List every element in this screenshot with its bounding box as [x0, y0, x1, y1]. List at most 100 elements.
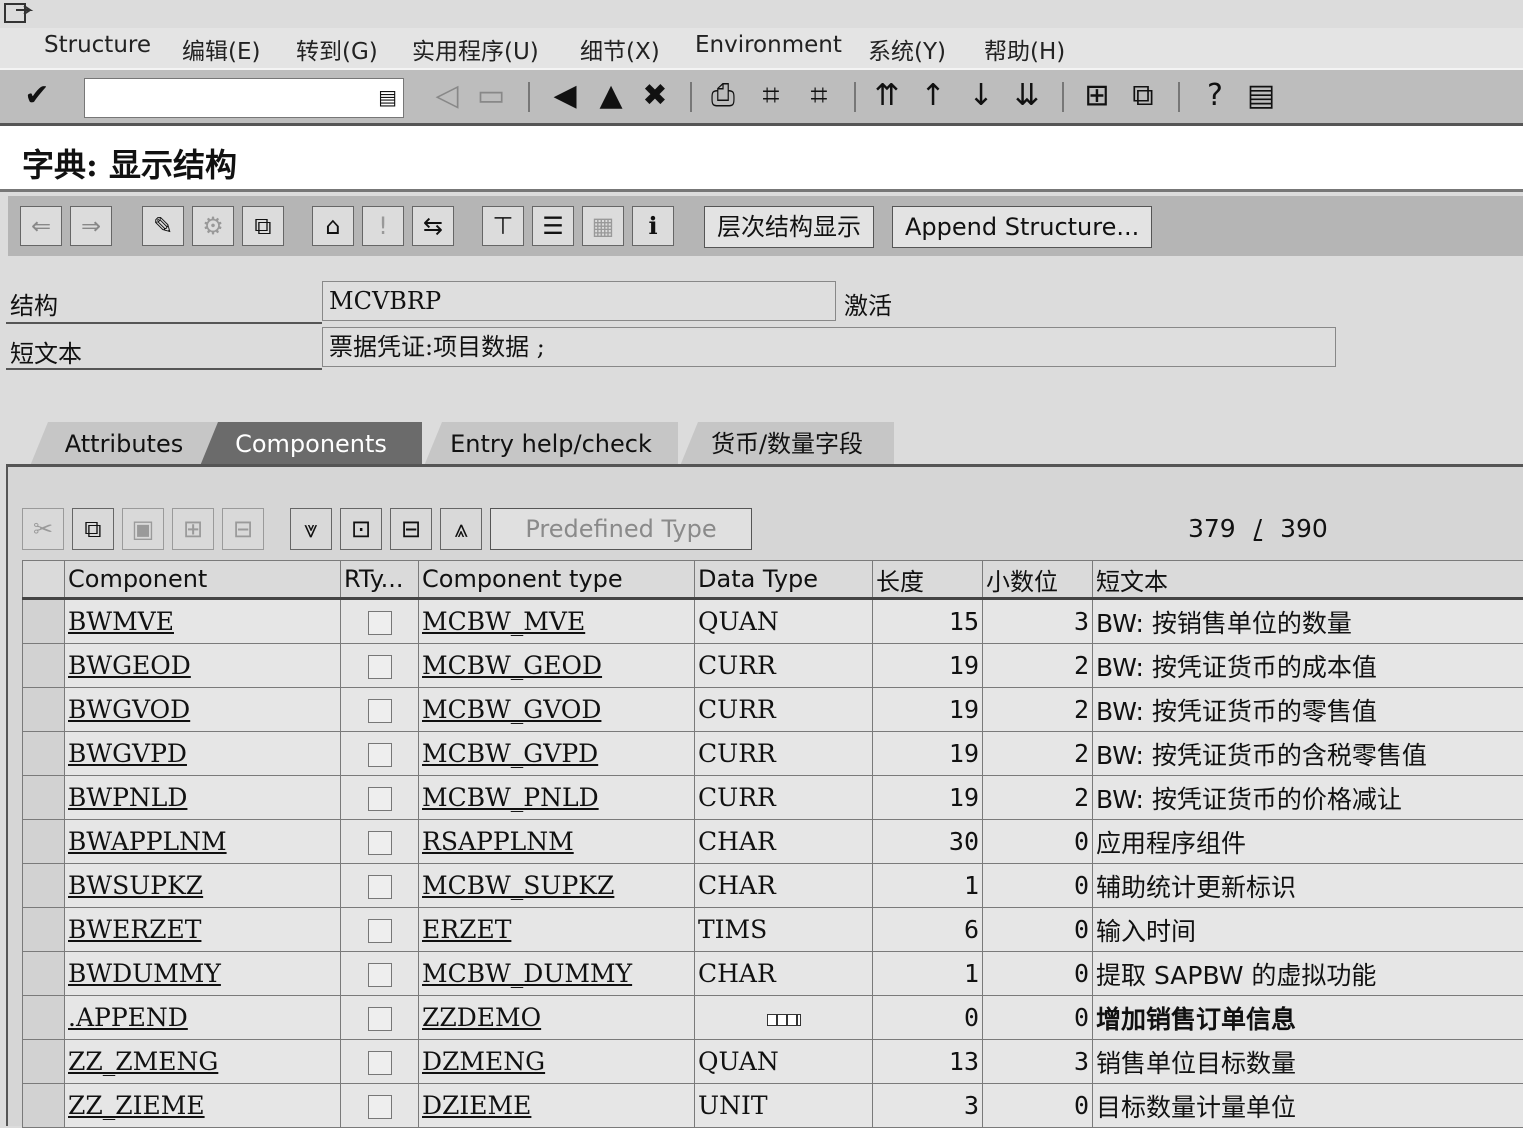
rtype-checkbox[interactable] [368, 831, 392, 855]
component-name[interactable]: ZZ_ZMENG [65, 1040, 341, 1084]
component-type[interactable]: ZZDEMO [419, 996, 695, 1040]
forward-object-icon[interactable]: ⇒ [70, 206, 112, 246]
component-name[interactable]: BWPNLD [65, 776, 341, 820]
rtype-checkbox[interactable] [368, 1007, 392, 1031]
rtype-checkbox[interactable] [368, 919, 392, 943]
row-selector[interactable] [23, 820, 65, 864]
back-icon[interactable]: ◀ [546, 80, 584, 112]
layout-menu-icon[interactable]: ▤ [1242, 80, 1280, 112]
cut-icon[interactable]: ✂ [22, 508, 64, 550]
component-type[interactable]: MCBW_PNLD [419, 776, 695, 820]
hierarchy-icon[interactable]: ⊤ [482, 206, 524, 246]
dropdown-icon[interactable]: ▤ [378, 85, 397, 109]
where-used-icon[interactable]: ⌂ [312, 206, 354, 246]
column-header-data-type[interactable]: Data Type [695, 561, 873, 599]
row-selector[interactable] [23, 644, 65, 688]
scroll-up-icon[interactable]: ⊟ [390, 508, 432, 550]
component-name[interactable]: BWGVPD [65, 732, 341, 776]
copy-icon[interactable]: ⧉ [72, 508, 114, 550]
help-icon[interactable]: ? [1196, 80, 1234, 112]
save-icon[interactable]: ▭ [472, 80, 510, 112]
previous-page-icon[interactable]: ↑ [914, 80, 952, 112]
component-name[interactable]: BWGVOD [65, 688, 341, 732]
rtype-checkbox[interactable] [368, 1051, 392, 1075]
new-session-icon[interactable]: ⊞ [1078, 80, 1116, 112]
row-selector[interactable] [23, 1084, 65, 1128]
menu-details[interactable]: 细节(X) [580, 32, 660, 66]
find-next-icon[interactable]: ⌗ [800, 80, 838, 112]
append-structure-button[interactable]: Append Structure... [892, 206, 1152, 248]
print-icon[interactable]: ⎙ [704, 80, 742, 112]
component-type[interactable]: DZMENG [419, 1040, 695, 1084]
component-name[interactable]: BWGEOD [65, 644, 341, 688]
predefined-type-button[interactable]: Predefined Type [490, 508, 752, 550]
shortcut-icon[interactable]: ⧉ [1124, 80, 1162, 112]
window-menu-icon[interactable] [4, 2, 34, 26]
rtype-checkbox[interactable] [368, 743, 392, 767]
component-name[interactable]: BWMVE [65, 599, 341, 644]
row-selector[interactable] [23, 996, 65, 1040]
tab-currency-quantity-fields[interactable]: 货币/数量字段 [680, 422, 894, 466]
table-icon[interactable]: ▦ [582, 206, 624, 246]
menu-system[interactable]: 系统(Y) [868, 32, 946, 66]
component-name[interactable]: .APPEND [65, 996, 341, 1040]
column-header-decimals[interactable]: 小数位 [983, 561, 1093, 599]
component-name[interactable]: BWERZET [65, 908, 341, 952]
back-object-icon[interactable]: ⇐ [20, 206, 62, 246]
component-type[interactable]: RSAPPLNM [419, 820, 695, 864]
menu-help[interactable]: 帮助(H) [984, 32, 1065, 66]
column-header-component[interactable]: Component [65, 561, 341, 599]
short-text-field[interactable]: 票据凭证:项目数据 ; [322, 327, 1336, 367]
find-icon[interactable]: ⌗ [752, 80, 790, 112]
info-icon[interactable]: ℹ [632, 206, 674, 246]
tab-entry-help-check[interactable]: Entry help/check [424, 422, 678, 466]
component-type[interactable]: MCBW_SUPKZ [419, 864, 695, 908]
component-name[interactable]: ZZ_ZIEME [65, 1084, 341, 1128]
cancel-icon[interactable]: ✖ [636, 80, 674, 112]
first-entry-icon[interactable]: ⩔ [290, 508, 332, 550]
structure-name-field[interactable]: MCVBRP [322, 281, 836, 321]
menu-goto[interactable]: 转到(G) [296, 32, 378, 66]
check-icon[interactable]: ! [362, 206, 404, 246]
rtype-checkbox[interactable] [368, 1095, 392, 1119]
back-arrow-icon[interactable]: ◁ [428, 80, 466, 112]
rtype-checkbox[interactable] [368, 655, 392, 679]
column-header-rty[interactable]: RTy... [341, 561, 419, 599]
menu-environment[interactable]: Environment [695, 32, 842, 58]
menu-utilities[interactable]: 实用程序(U) [412, 32, 539, 66]
rtype-checkbox[interactable] [368, 699, 392, 723]
navigate-icon[interactable]: ⇆ [412, 206, 454, 246]
row-selector[interactable] [23, 688, 65, 732]
column-header-short-text[interactable]: 短文本 [1093, 561, 1523, 599]
last-entry-icon[interactable]: ⩓ [440, 508, 482, 550]
row-selector-header[interactable] [23, 561, 65, 599]
other-object-icon[interactable]: ⧉ [242, 206, 284, 246]
scroll-down-icon[interactable]: ⊡ [340, 508, 382, 550]
rtype-checkbox[interactable] [368, 611, 392, 635]
row-selector[interactable] [23, 776, 65, 820]
component-name[interactable]: BWAPPLNM [65, 820, 341, 864]
rtype-checkbox[interactable] [368, 875, 392, 899]
row-selector[interactable] [23, 1040, 65, 1084]
paste-icon[interactable]: ▣ [122, 508, 164, 550]
component-type[interactable]: MCBW_GEOD [419, 644, 695, 688]
command-field[interactable]: ▤ [84, 78, 404, 118]
insert-row-icon[interactable]: ⊞ [172, 508, 214, 550]
component-type[interactable]: ERZET [419, 908, 695, 952]
enter-check-icon[interactable]: ✔ [18, 80, 56, 112]
column-header-component-type[interactable]: Component type [419, 561, 695, 599]
hierarchy-display-button[interactable]: 层次结构显示 [704, 206, 874, 248]
component-type[interactable]: MCBW_DUMMY [419, 952, 695, 996]
component-name[interactable]: BWSUPKZ [65, 864, 341, 908]
rtype-checkbox[interactable] [368, 963, 392, 987]
activate-icon[interactable]: ⚙ [192, 206, 234, 246]
display-change-icon[interactable]: ✎ [142, 206, 184, 246]
tab-attributes[interactable]: Attributes [30, 422, 218, 466]
component-type[interactable]: MCBW_GVOD [419, 688, 695, 732]
row-selector[interactable] [23, 908, 65, 952]
component-type[interactable]: DZIEME [419, 1084, 695, 1128]
menu-edit[interactable]: 编辑(E) [182, 32, 260, 66]
last-page-icon[interactable]: ⇊ [1008, 80, 1046, 112]
component-type[interactable]: MCBW_MVE [419, 599, 695, 644]
component-type[interactable]: MCBW_GVPD [419, 732, 695, 776]
